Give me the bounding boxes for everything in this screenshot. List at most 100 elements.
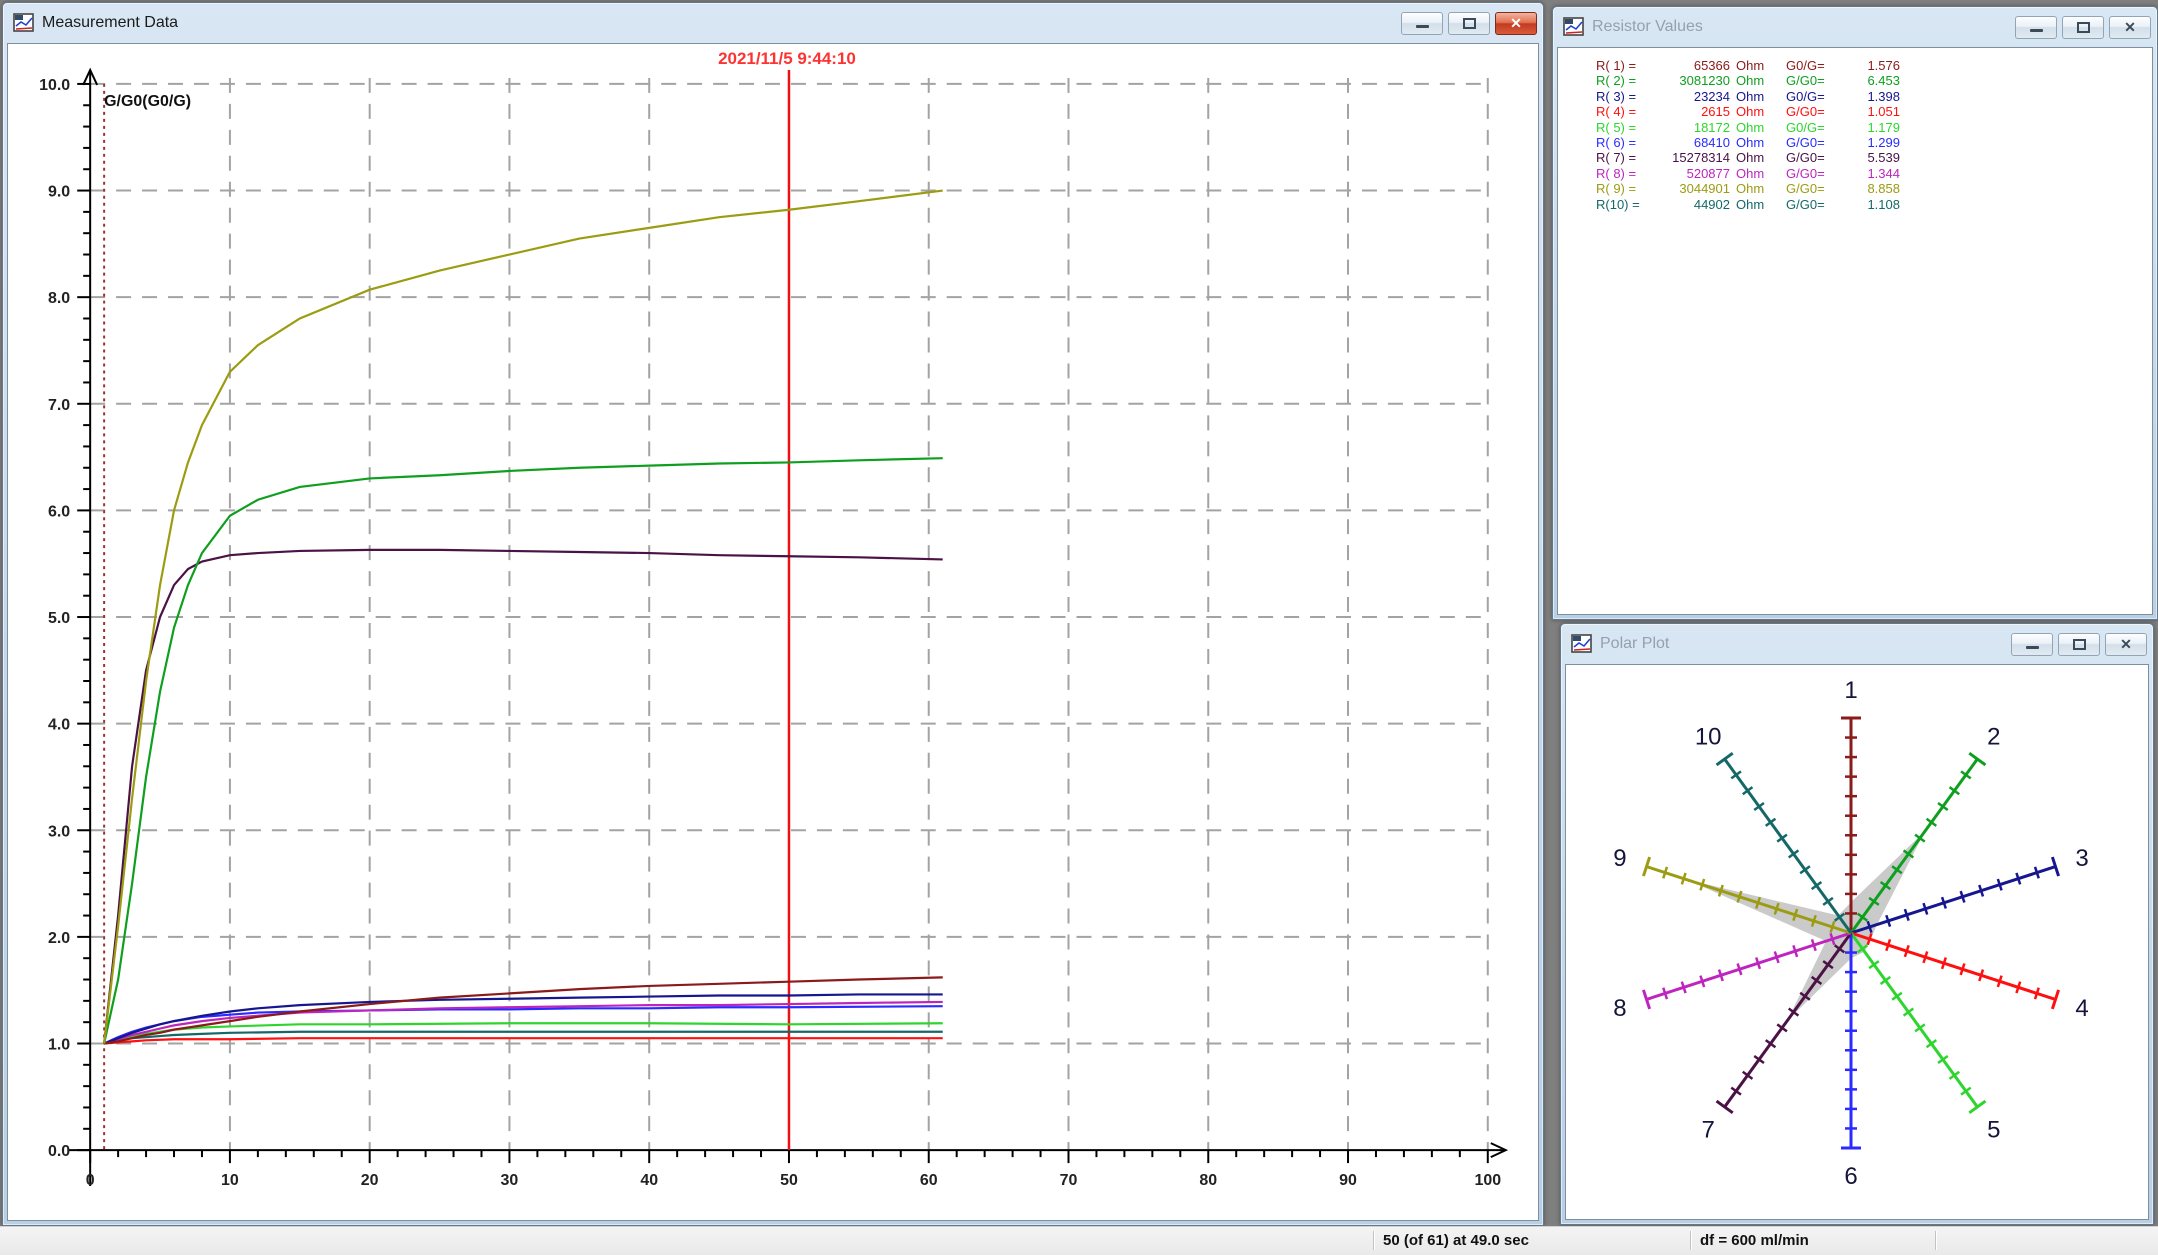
resistor-row: R( 2) =3081230OhmG/G0=6.453 [1596,73,2152,88]
svg-text:80: 80 [1199,1172,1217,1189]
resistor-row: R( 5) =18172OhmG0/G=1.179 [1596,120,2152,135]
svg-text:30: 30 [501,1172,519,1189]
svg-text:60: 60 [920,1172,938,1189]
svg-text:20: 20 [361,1172,379,1189]
resistor-row: R( 8) =520877OhmG/G0=1.344 [1596,166,2152,181]
resistor-rvalue: 3044901 [1650,181,1730,196]
timestamp-label: 2021/11/5 9:44:10 [718,49,856,68]
polar-axis-label-4: 4 [2075,995,2088,1022]
resistor-rrval: 6.453 [1842,73,1900,88]
resistor-rlabel: R( 4) = [1596,104,1650,119]
resistor-rratio: G/G0= [1776,181,1842,196]
minimize-button[interactable] [1401,12,1443,35]
resistor-rlabel: R( 3) = [1596,89,1650,104]
resistor-rrval: 1.398 [1842,89,1900,104]
restore-button[interactable] [2058,633,2100,656]
svg-text:7.0: 7.0 [48,397,70,414]
polar-axis-4 [1851,933,2059,1009]
polar-plot-area: 12345678910 [1565,664,2149,1220]
status-progress: 50 (of 61) at 49.0 sec [1383,1232,1529,1249]
minimize-button[interactable] [2011,633,2053,656]
window-title: Polar Plot [1600,635,2011,653]
polar-axis-7 [1717,933,1851,1113]
resistor-rlabel: R( 8) = [1596,166,1650,181]
svg-text:90: 90 [1339,1172,1357,1189]
svg-text:0.0: 0.0 [48,1143,70,1160]
polar-axis-label-2: 2 [1987,723,2000,750]
svg-text:2.0: 2.0 [48,930,70,947]
resistor-rratio: G/G0= [1776,197,1842,212]
y-axis-title: G/G0(G0/G) [104,93,191,110]
resistor-rrval: 5.539 [1842,150,1900,165]
resistor-runit: Ohm [1730,135,1776,150]
resistor-row: R( 6) =68410OhmG/G0=1.299 [1596,135,2152,150]
polar-axis-6 [1841,933,1861,1148]
resistor-row: R( 3) =23234OhmG0/G=1.398 [1596,89,2152,104]
svg-text:10.0: 10.0 [39,77,70,94]
svg-text:3.0: 3.0 [48,823,70,840]
status-separator [1935,1231,1936,1250]
resistor-runit: Ohm [1730,166,1776,181]
svg-text:6.0: 6.0 [48,503,70,520]
measurement-chart: 01020304050607080901000.01.02.03.04.05.0… [8,44,1538,1220]
window-title: Resistor Values [1592,18,2015,36]
svg-text:4.0: 4.0 [48,717,70,734]
svg-text:10: 10 [221,1172,239,1189]
polar-axis-label-5: 5 [1987,1117,2000,1144]
resistor-values-list: R( 1) =65366OhmG0/G=1.576R( 2) =3081230O… [1558,48,2152,212]
restore-button[interactable] [2062,16,2104,39]
window-controls: ✕ [1401,12,1537,35]
resistor-runit: Ohm [1730,58,1776,73]
plot-app-icon [13,13,35,33]
resistor-runit: Ohm [1730,150,1776,165]
resistor-rlabel: R( 7) = [1596,150,1650,165]
close-button[interactable]: ✕ [2109,16,2151,39]
resistor-rvalue: 44902 [1650,197,1730,212]
polar-axis-label-8: 8 [1613,995,1626,1022]
close-button[interactable]: ✕ [2105,633,2147,656]
resistor-runit: Ohm [1730,104,1776,119]
resistor-rratio: G0/G= [1776,58,1842,73]
plot-app-icon [1571,634,1593,654]
resistor-rrval: 1.051 [1842,104,1900,119]
polar-axis-label-7: 7 [1701,1117,1714,1144]
polar-axis-label-10: 10 [1695,723,1722,750]
resistor-row: R( 7) =15278314OhmG/G0=5.539 [1596,150,2152,165]
measurement-chart-area[interactable]: 01020304050607080901000.01.02.03.04.05.0… [7,43,1539,1221]
resistor-rratio: G/G0= [1776,150,1842,165]
polar-axis-5 [1851,933,1985,1113]
minimize-button[interactable] [2015,16,2057,39]
resistor-rratio: G0/G= [1776,89,1842,104]
status-flow-rate: df = 600 ml/min [1700,1232,1809,1249]
resistor-runit: Ohm [1730,197,1776,212]
resistor-rrval: 1.344 [1842,166,1900,181]
resistor-rrval: 1.299 [1842,135,1900,150]
status-separator [1690,1231,1691,1250]
resistor-rvalue: 65366 [1650,58,1730,73]
resistor-rvalue: 520877 [1650,166,1730,181]
close-button[interactable]: ✕ [1495,12,1537,35]
chart-labels: 01020304050607080901000.01.02.03.04.05.0… [39,49,1501,1189]
titlebar-resistor-values[interactable]: Resistor Values ✕ [1553,7,2157,47]
resistor-runit: Ohm [1730,181,1776,196]
svg-text:40: 40 [640,1172,658,1189]
resistor-row: R( 1) =65366OhmG0/G=1.576 [1596,58,2152,73]
titlebar-polar-plot[interactable]: Polar Plot ✕ [1561,624,2153,664]
titlebar-measurement-data[interactable]: Measurement Data ✕ [3,3,1543,43]
window-polar-plot: Polar Plot ✕ 12345678910 [1560,623,2154,1225]
resistor-rlabel: R(10) = [1596,197,1650,212]
svg-text:8.0: 8.0 [48,290,70,307]
polar-plot-chart: 12345678910 [1566,665,2148,1219]
resistor-runit: Ohm [1730,73,1776,88]
restore-button[interactable] [1448,12,1490,35]
polar-axis-label-6: 6 [1844,1163,1857,1190]
polar-axis-label-9: 9 [1613,845,1626,872]
svg-text:50: 50 [780,1172,798,1189]
desktop: { "app": { "background": "#7F7F7F" }, "w… [0,0,2158,1254]
resistor-rlabel: R( 1) = [1596,58,1650,73]
resistor-rratio: G/G0= [1776,73,1842,88]
svg-text:5.0: 5.0 [48,610,70,627]
window-title: Measurement Data [42,14,1401,32]
window-controls: ✕ [2011,633,2147,656]
resistor-rlabel: R( 2) = [1596,73,1650,88]
